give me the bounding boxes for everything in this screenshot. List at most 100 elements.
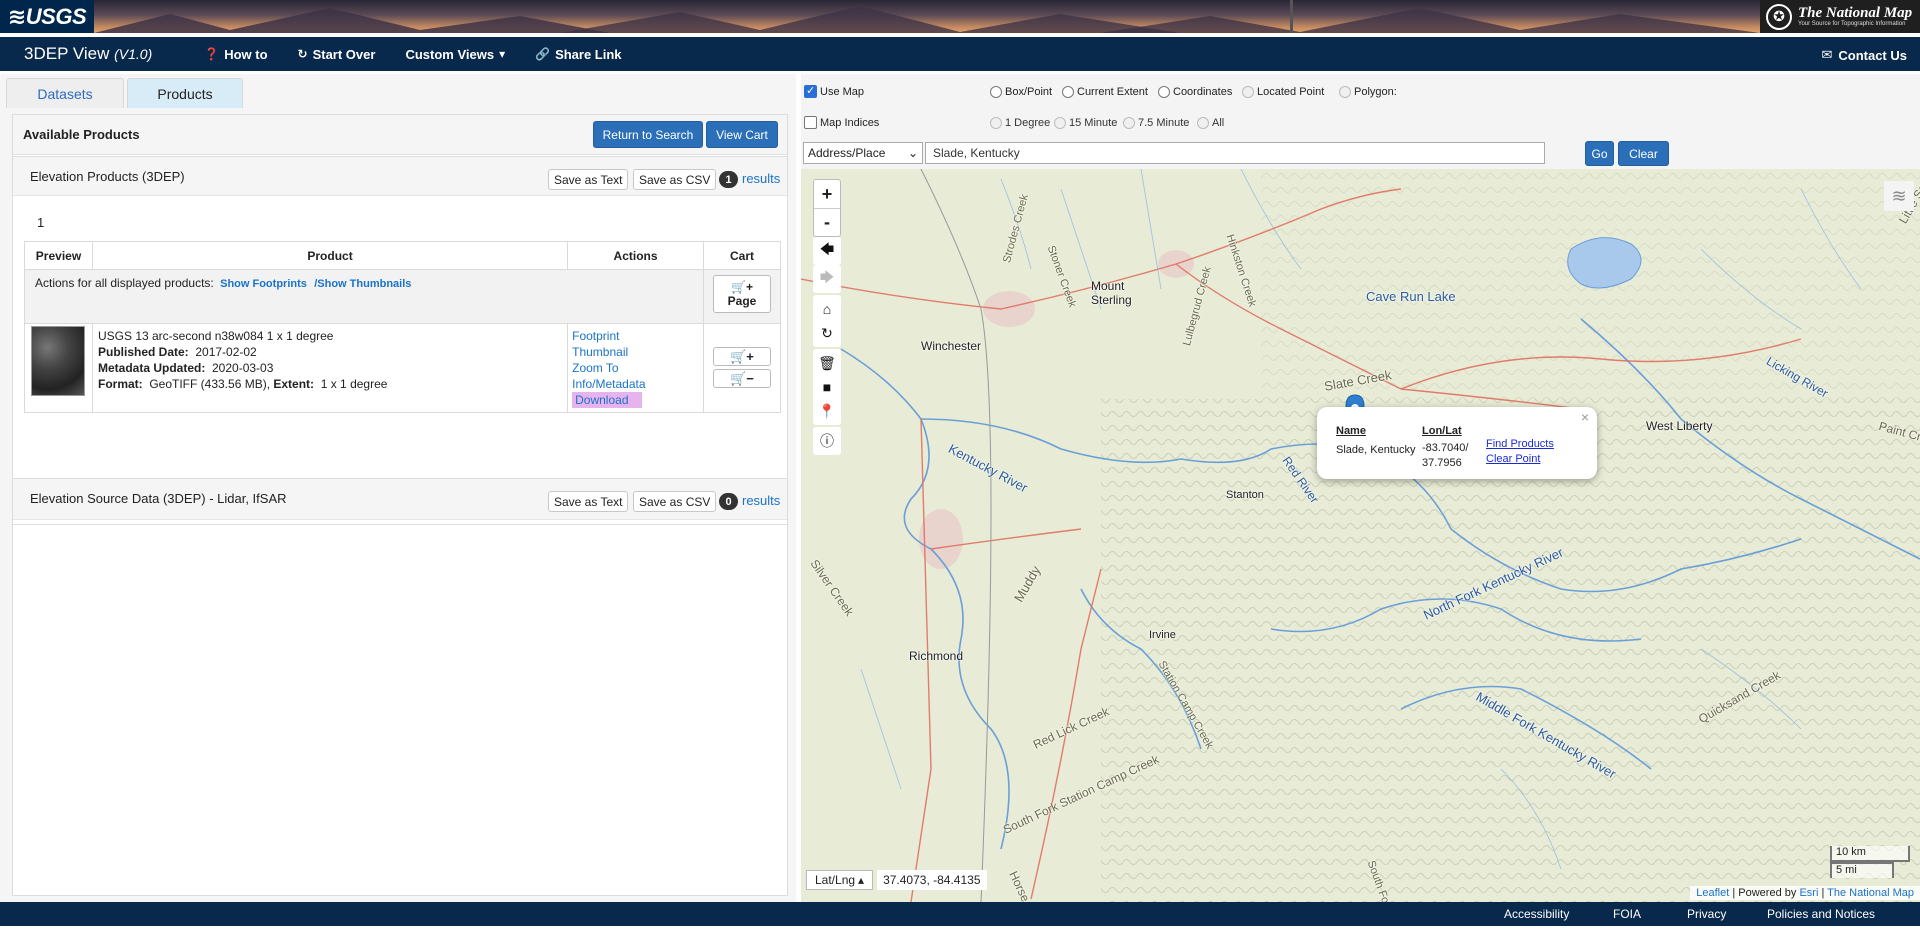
esri-link[interactable]: Esri [1799, 887, 1818, 899]
add-to-cart-button[interactable]: 🛒+ [713, 347, 771, 366]
coord-value: 37.4073, -84.4135 [877, 870, 987, 890]
show-footprints-link[interactable]: Show Footprints [220, 278, 307, 290]
share-link[interactable]: 🔗 Share Link [535, 47, 621, 62]
link-icon: 🔗 [535, 47, 551, 61]
zoom-in-button[interactable]: + [814, 180, 840, 208]
footer-policies-link[interactable]: Policies and Notices [1767, 907, 1875, 921]
clear-button[interactable]: Clear [1618, 141, 1669, 166]
products-table: Preview Product Actions Cart Actions for… [24, 241, 781, 413]
radio-all[interactable]: All [1197, 117, 1224, 129]
save-as-csv-button[interactable]: Save as CSV [633, 169, 717, 190]
contact-us-link[interactable]: ✉ Contact Us [1821, 47, 1907, 63]
back-arrow-icon[interactable]: 🡄 [813, 237, 841, 265]
source-data-title: Elevation Source Data (3DEP) - Lidar, If… [30, 491, 287, 506]
map-label: Winchester [921, 339, 982, 353]
page-label: Page [727, 294, 757, 308]
zoom-out-button[interactable]: - [814, 208, 840, 236]
star-icon: ✪ [1766, 3, 1792, 30]
download-link[interactable]: Download [572, 392, 643, 408]
results-link[interactable]: results [742, 171, 780, 186]
clear-point-link[interactable]: Clear Point [1486, 452, 1554, 467]
source-save-as-csv-button[interactable]: Save as CSV [633, 491, 717, 512]
coord-mode-dropdown[interactable]: Lat/Lng ▴ [806, 870, 874, 890]
tab-datasets[interactable]: Datasets [6, 78, 124, 108]
national-map-logo[interactable]: ✪ The National Map Your Source for Topog… [1760, 0, 1920, 33]
map-label: Richmond [909, 649, 964, 663]
source-results-link[interactable]: results [742, 493, 780, 508]
popup-name-header: Name [1336, 425, 1366, 437]
published-value: 2017-02-02 [195, 345, 257, 359]
popup-close-button[interactable]: × [1581, 409, 1589, 425]
source-save-as-text-button[interactable]: Save as Text [548, 491, 629, 512]
table-header-row: Preview Product Actions Cart [24, 241, 781, 270]
page-number[interactable]: 1 [37, 215, 44, 230]
tab-products[interactable]: Products [127, 78, 243, 108]
coordinate-readout: Lat/Lng ▴ 37.4073, -84.4135 [806, 870, 987, 890]
coord-mode-label: Lat/Lng [815, 873, 856, 887]
map-indices-checkbox[interactable]: Map Indices [804, 116, 879, 129]
leaflet-link[interactable]: Leaflet [1696, 887, 1729, 899]
popup-name-value: Slade, Kentucky [1336, 444, 1416, 456]
view-cart-button[interactable]: View Cart [706, 121, 778, 148]
refresh-icon[interactable]: ↻ [813, 319, 841, 347]
info-icon[interactable]: ⓘ [813, 427, 841, 455]
map-label: Sterling [1091, 293, 1132, 307]
use-map-checkbox[interactable]: Use Map [804, 84, 865, 98]
actions-all-row: Actions for all displayed products: Show… [24, 269, 781, 324]
refresh-icon: ↻ [297, 47, 308, 61]
use-map-label: Use Map [820, 85, 865, 98]
location-popup: × Name Slade, Kentucky Lon/Lat -83.7040/… [1317, 407, 1597, 479]
scale-km: 10 km [1830, 846, 1910, 862]
map-panel: Use Map Map Indices Box/Point Current Ex… [801, 74, 1920, 902]
info-metadata-link[interactable]: Info/Metadata [572, 376, 699, 392]
footer-accessibility-link[interactable]: Accessibility [1504, 907, 1569, 921]
radio-coordinates[interactable]: Coordinates [1158, 86, 1232, 98]
radio-located-point[interactable]: Located Point [1242, 86, 1324, 98]
top-navbar: 3DEP View (V1.0) ❓ How to ↻ Start Over C… [0, 37, 1920, 71]
footer-privacy-link[interactable]: Privacy [1687, 907, 1726, 921]
show-thumbnails-link[interactable]: /Show Thumbnails [314, 278, 411, 290]
tnm-title: The National Map [1798, 4, 1913, 21]
find-products-link[interactable]: Find Products [1486, 437, 1554, 452]
product-thumbnail[interactable] [31, 326, 85, 396]
column-cart: Cart [703, 241, 781, 270]
save-as-text-button[interactable]: Save as Text [548, 169, 629, 190]
radio-box-point[interactable]: Box/Point [990, 86, 1052, 98]
map-canvas[interactable]: Winchester Mount Sterling Cave Run Lake Slat… [801, 169, 1920, 902]
radio-7-5-minute[interactable]: 7.5 Minute [1123, 117, 1189, 129]
footer: Accessibility FOIA Privacy Policies and … [0, 902, 1920, 926]
return-to-search-button[interactable]: Return to Search [593, 121, 703, 148]
extent-label: Extent: [273, 377, 315, 391]
forward-arrow-icon[interactable]: 🡆 [813, 265, 841, 293]
usgs-logo[interactable]: ≋USGS [0, 0, 94, 33]
remove-from-cart-button[interactable]: 🛒− [713, 369, 771, 388]
source-data-header[interactable]: Elevation Source Data (3DEP) - Lidar, If… [13, 478, 787, 520]
radio-1-degree[interactable]: 1 Degree [990, 117, 1050, 129]
header-banner: ≋USGS ✪ The National Map Your Source for… [0, 0, 1920, 33]
table-row: USGS 13 arc-second n38w084 1 x 1 degree … [24, 323, 781, 413]
start-over-link[interactable]: ↻ Start Over [298, 47, 376, 62]
add-page-to-cart-button[interactable]: 🛒+ Page [713, 275, 771, 313]
custom-views-dropdown[interactable]: Custom Views ▾ [405, 47, 505, 62]
layers-icon[interactable]: ≋ [1884, 181, 1914, 211]
radio-15-minute[interactable]: 15 Minute [1054, 117, 1117, 129]
how-to-link[interactable]: ❓ How to [204, 47, 267, 62]
marker-draw-icon[interactable]: 📍 [813, 397, 841, 425]
thumbnail-link[interactable]: Thumbnail [572, 344, 699, 360]
format-value: GeoTIFF (433.56 MB), [149, 377, 271, 391]
topographic-basemap[interactable] [801, 169, 1920, 902]
zoom-to-link[interactable]: Zoom To [572, 360, 699, 376]
elevation-products-header[interactable]: Elevation Products (3DEP) Save as Text S… [13, 156, 787, 196]
source-results-count-badge: 0 [719, 493, 738, 510]
search-input[interactable]: Slade, Kentucky [925, 142, 1545, 164]
go-button[interactable]: Go [1585, 141, 1614, 166]
app-brand[interactable]: 3DEP View (V1.0) [24, 44, 152, 64]
national-map-link[interactable]: The National Map [1827, 887, 1914, 899]
radio-polygon[interactable]: Polygon: [1339, 86, 1397, 98]
checkbox-icon [804, 116, 817, 129]
footer-foia-link[interactable]: FOIA [1613, 907, 1641, 921]
footprint-link[interactable]: Footprint [572, 328, 699, 344]
radio-current-extent[interactable]: Current Extent [1062, 86, 1148, 98]
search-type-select[interactable]: Address/Place ⌄ [803, 142, 923, 164]
published-label: Published Date: [97, 345, 189, 359]
